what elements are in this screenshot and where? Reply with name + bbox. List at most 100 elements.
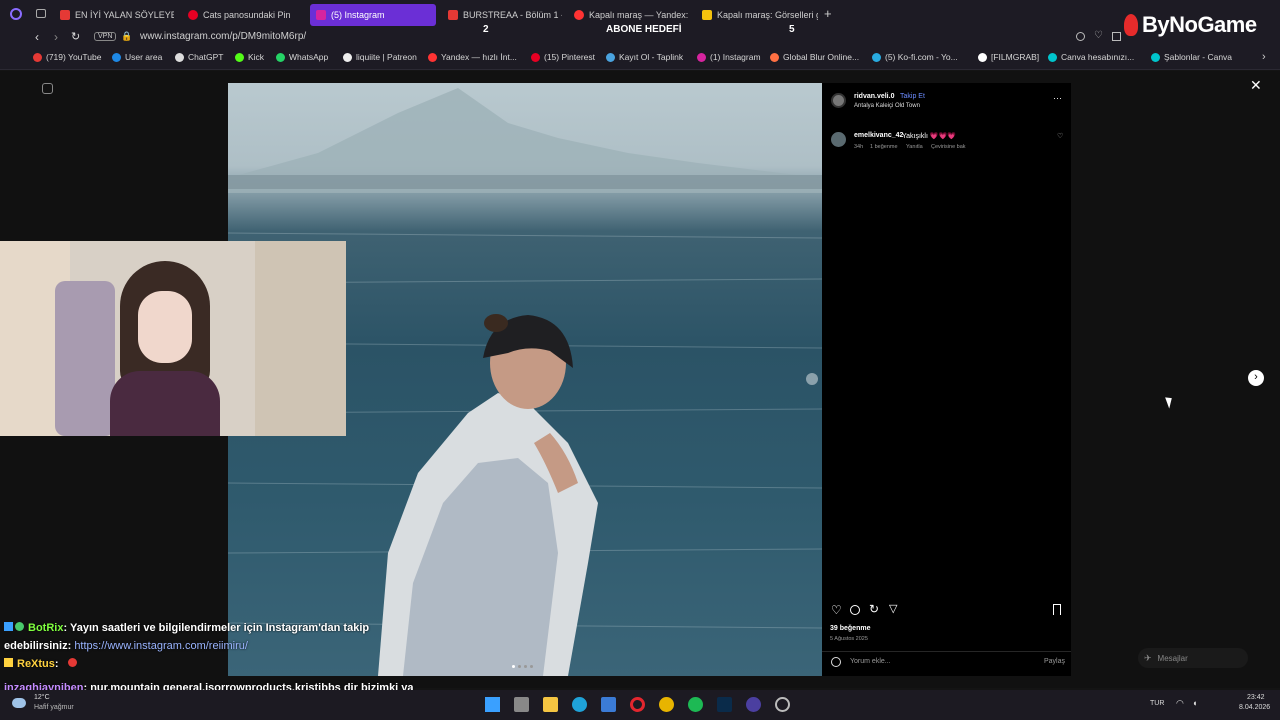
- tab-label: (5) Instagram: [331, 10, 385, 20]
- share-button[interactable]: Paylaş: [1044, 658, 1065, 665]
- tab-1[interactable]: Cats panosundaki Pin: [182, 4, 302, 26]
- post-date: 5 Ağustos 2025: [830, 636, 868, 642]
- bookmark-item[interactable]: Yandex — hızlı İnt...: [428, 52, 517, 62]
- bookmark-label: Yandex — hızlı İnt...: [441, 52, 517, 62]
- comment-icon[interactable]: [850, 605, 860, 615]
- tab-label: BURSTREAA - Bölüm 1 - T: [463, 10, 562, 20]
- avatar[interactable]: [831, 132, 846, 147]
- lock-icon: 🔒: [121, 31, 133, 41]
- bookmark-favicon-icon: [697, 52, 706, 62]
- windows-start-icon[interactable]: [485, 697, 500, 712]
- close-icon[interactable]: ✕: [1250, 77, 1262, 94]
- url-field[interactable]: www.instagram.com/p/DM9mitoM6rp/: [140, 31, 306, 42]
- mail-icon[interactable]: [601, 697, 616, 712]
- bookmark-item[interactable]: (1) Instagram: [697, 52, 761, 62]
- bookmark-favicon-icon: [112, 52, 121, 62]
- share-icon[interactable]: ▽: [889, 602, 897, 615]
- post-side-panel: ridvan.veli.0 Takip Et Antalya Kaleiçi O…: [822, 83, 1071, 676]
- bookmark-favicon-icon: [770, 52, 779, 62]
- flame-icon: [1124, 14, 1138, 36]
- forward-icon[interactable]: ›: [54, 30, 58, 44]
- like-icon[interactable]: ♡: [831, 603, 842, 617]
- bookmark-item[interactable]: WhatsApp: [276, 52, 328, 62]
- chat-message: BotRix: Yayın saatleri ve bilgilendirmel…: [4, 619, 424, 655]
- comment-username[interactable]: emelkivanc_42: [854, 132, 903, 139]
- language-indicator[interactable]: TUR: [1150, 700, 1164, 707]
- photoshop-icon[interactable]: [717, 697, 732, 712]
- opera-icon[interactable]: [630, 697, 645, 712]
- pinterest-icon: [188, 10, 198, 20]
- comment-likes[interactable]: 1 beğenme: [870, 144, 898, 150]
- clock-date[interactable]: 8.04.2026: [1239, 704, 1270, 711]
- bookmark-item[interactable]: (5) Ko-fi.com - Yo...: [872, 52, 958, 62]
- bookmark-label: Global Blur Online...: [783, 52, 860, 62]
- settings-icon[interactable]: [775, 697, 790, 712]
- bookmark-item[interactable]: [FILMGRAB]: [978, 52, 1039, 62]
- task-view-icon[interactable]: [514, 697, 529, 712]
- chat-username[interactable]: BotRix: [28, 622, 63, 634]
- bookmark-item[interactable]: liquiite | Patreon: [343, 52, 417, 62]
- edge-icon[interactable]: [572, 697, 587, 712]
- bookmark-item[interactable]: Global Blur Online...: [770, 52, 859, 62]
- chrome-icon[interactable]: [659, 697, 674, 712]
- post-username[interactable]: ridvan.veli.0: [854, 93, 894, 100]
- bookmark-star-icon[interactable]: ♡: [1094, 30, 1103, 41]
- comment-text: Yakışıklı 💗💗💗: [902, 133, 957, 140]
- file-explorer-icon[interactable]: [543, 697, 558, 712]
- volume-icon[interactable]: ◖: [1192, 698, 1197, 708]
- bookmark-item[interactable]: (719) YouTube: [33, 52, 101, 62]
- chat-message: ReXtus:: [4, 658, 77, 670]
- follow-link[interactable]: Takip Et: [900, 93, 925, 100]
- bookmark-item[interactable]: ChatGPT: [175, 52, 223, 62]
- bookmark-label: User area: [125, 52, 163, 62]
- avatar[interactable]: [831, 93, 846, 108]
- bookmark-label: (15) Pinterest: [544, 52, 596, 62]
- instagram-icon[interactable]: [42, 83, 53, 94]
- translate-link[interactable]: Çevirisine bak: [931, 144, 966, 150]
- weather-icon[interactable]: [12, 698, 26, 708]
- spotify-icon[interactable]: [688, 697, 703, 712]
- comment-time: 34h: [854, 144, 864, 150]
- clock-time[interactable]: 23:42: [1247, 694, 1265, 701]
- bookmark-item[interactable]: User area: [112, 52, 162, 62]
- chat-link[interactable]: https://www.instagram.com/reiimiru/: [74, 640, 248, 652]
- next-image-button[interactable]: [806, 373, 818, 385]
- goal-end: 5: [789, 24, 795, 35]
- chat-text: :: [54, 658, 59, 670]
- comment-like-icon[interactable]: ♡: [1057, 132, 1063, 140]
- bookmark-item[interactable]: Canva hesabınızı...: [1048, 52, 1134, 62]
- post-location[interactable]: Antalya Kaleiçi Old Town: [854, 103, 920, 109]
- bookmarks-overflow-icon[interactable]: ›: [1262, 51, 1266, 63]
- weather-text: Hafif yağmur: [34, 704, 74, 711]
- tab-2[interactable]: (5) Instagram: [310, 4, 436, 26]
- messages-button[interactable]: ✈ Mesajlar: [1138, 648, 1248, 668]
- tab-overview-icon[interactable]: [36, 9, 46, 18]
- next-post-button[interactable]: ›: [1248, 370, 1264, 386]
- vpn-badge[interactable]: VPN: [94, 32, 117, 41]
- obs-icon[interactable]: [746, 697, 761, 712]
- bookmark-item[interactable]: (15) Pinterest: [531, 52, 595, 62]
- browser-menu-icon[interactable]: [10, 8, 22, 20]
- chat-username[interactable]: ReXtus: [17, 658, 55, 670]
- bookmark-item[interactable]: Şablonlar - Canva: [1151, 52, 1232, 62]
- likes-count[interactable]: 39 beğenme: [830, 625, 870, 632]
- comment-input[interactable]: Yorum ekle...: [850, 658, 891, 665]
- new-tab-icon[interactable]: +: [824, 6, 832, 21]
- bookmark-favicon-icon: [606, 52, 615, 62]
- emoji-icon[interactable]: [831, 657, 841, 667]
- wifi-icon[interactable]: ◠: [1176, 698, 1184, 709]
- reply-link[interactable]: Yanıtla: [906, 144, 923, 150]
- repost-icon[interactable]: ↻: [869, 602, 879, 616]
- save-icon[interactable]: [1053, 604, 1061, 615]
- more-options-icon[interactable]: ···: [1053, 93, 1062, 103]
- back-icon[interactable]: ‹: [35, 30, 39, 44]
- bookmark-item[interactable]: Kick: [235, 52, 264, 62]
- subscriber-goal-bar: 2 ABONE HEDEFİ 5: [440, 20, 840, 40]
- tab-label: Kapalı maraş: Görselleri g: [717, 10, 818, 20]
- extension-icon[interactable]: [1112, 32, 1121, 41]
- zoom-icon[interactable]: [1076, 32, 1085, 41]
- bookmark-label: ChatGPT: [188, 52, 224, 62]
- bookmark-item[interactable]: Kayıt Ol - Taplink: [606, 52, 683, 62]
- reload-icon[interactable]: ↻: [71, 30, 80, 43]
- tab-0[interactable]: EN İYİ YALAN SÖYLEYEN: [54, 4, 174, 26]
